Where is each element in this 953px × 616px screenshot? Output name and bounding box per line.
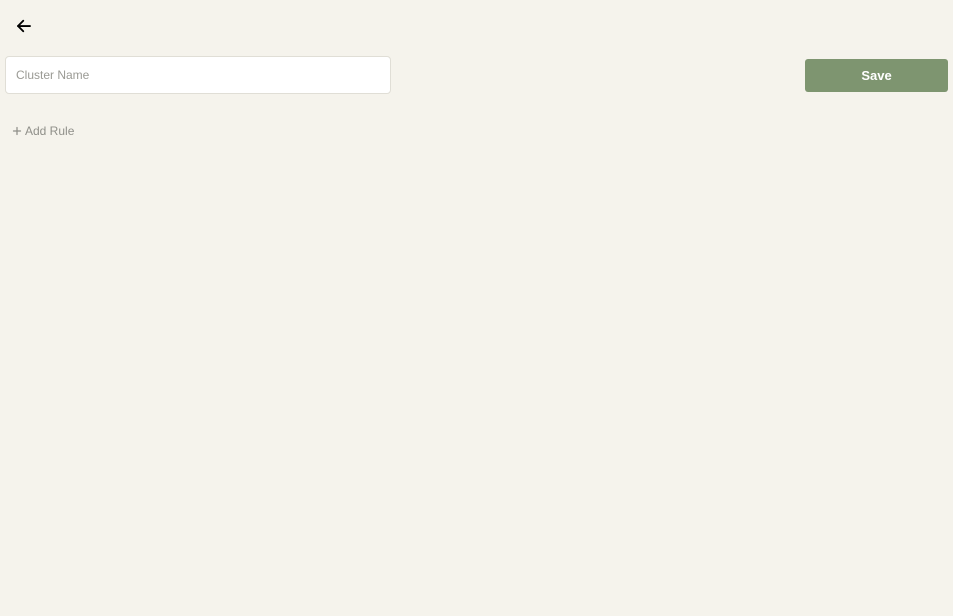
save-button[interactable]: Save — [805, 59, 948, 92]
add-rule-button[interactable]: Add Rule — [11, 124, 74, 138]
plus-icon — [11, 125, 23, 137]
back-button[interactable] — [12, 14, 36, 38]
cluster-name-input[interactable] — [5, 56, 391, 94]
arrow-left-icon — [15, 17, 33, 35]
add-rule-label: Add Rule — [25, 124, 74, 138]
